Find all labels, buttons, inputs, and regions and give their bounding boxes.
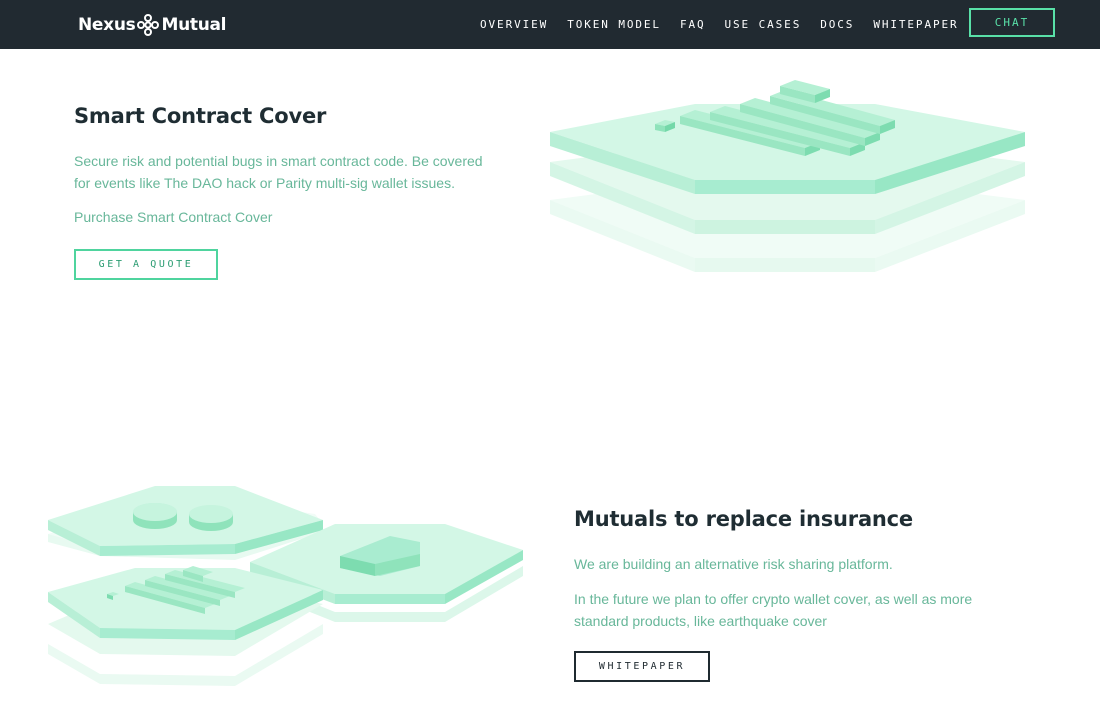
smart-contract-title: Smart Contract Cover (74, 104, 327, 128)
mutuals-paragraph-1: We are building an alternative risk shar… (574, 556, 893, 572)
nav-link-faq[interactable]: FAQ (680, 18, 706, 31)
hex-platform-cluster-icon (48, 486, 523, 686)
top-navigation-bar: Nexus Mutual OVERVIEW TOKEN MODEL FAQ US… (0, 0, 1100, 49)
mutuals-title: Mutuals to replace insurance (574, 507, 913, 531)
mutuals-paragraph-2: In the future we plan to offer crypto wa… (574, 591, 973, 629)
nav-link-docs[interactable]: DOCS (820, 18, 854, 31)
chat-button[interactable]: CHAT (969, 8, 1055, 37)
whitepaper-button[interactable]: WHITEPAPER (574, 651, 710, 682)
brand-logo[interactable]: Nexus Mutual (78, 13, 227, 37)
purchase-cover-link[interactable]: Purchase Smart Contract Cover (74, 209, 272, 225)
nav-link-whitepaper[interactable]: WHITEPAPER (873, 18, 958, 31)
nav-links: OVERVIEW TOKEN MODEL FAQ USE CASES DOCS … (480, 0, 978, 49)
nav-link-overview[interactable]: OVERVIEW (480, 18, 548, 31)
get-quote-button[interactable]: GET A QUOTE (74, 249, 218, 280)
brand-name-right: Mutual (161, 15, 227, 35)
brand-name-left: Nexus (78, 15, 136, 35)
nexus-mutual-logo-icon (137, 14, 160, 36)
nav-link-token-model[interactable]: TOKEN MODEL (567, 18, 661, 31)
nav-link-use-cases[interactable]: USE CASES (725, 18, 802, 31)
smart-contract-description: Secure risk and potential bugs in smart … (74, 153, 483, 191)
stacked-hex-platform-icon (550, 80, 1025, 272)
